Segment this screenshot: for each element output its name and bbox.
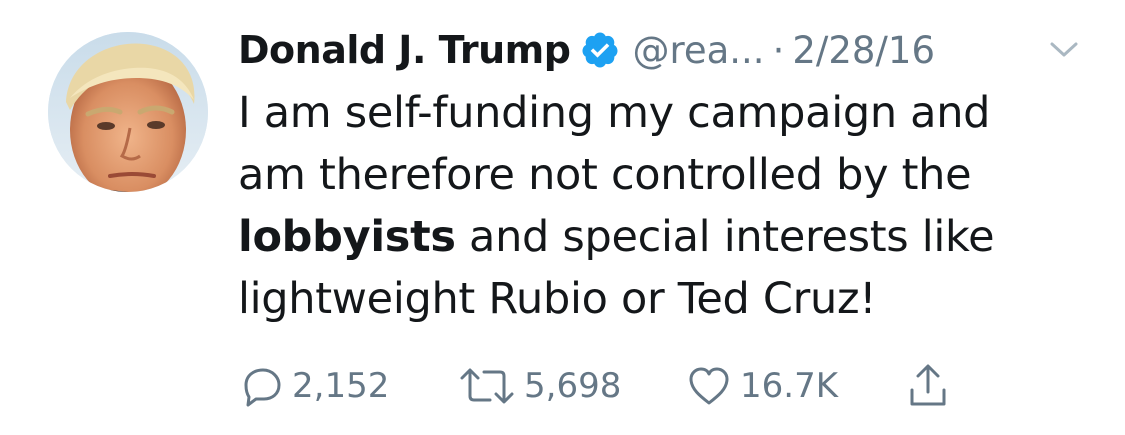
reply-count: 2,152 xyxy=(292,366,390,406)
tweet-text: I am self-funding my campaign and am the… xyxy=(238,82,1098,330)
retweet-button[interactable]: 5,698 xyxy=(458,360,621,412)
verified-badge-icon xyxy=(580,30,620,70)
profile-photo xyxy=(48,32,208,192)
tweet-header: Donald J. Trump @rea... · 2/28/16 xyxy=(238,22,935,78)
tweet-text-line: lightweight Rubio or Ted Cruz! xyxy=(238,274,877,324)
retweet-count: 5,698 xyxy=(524,366,622,406)
display-name[interactable]: Donald J. Trump xyxy=(238,28,571,72)
tweet-text-line: I am self-funding my campaign and xyxy=(238,88,991,138)
share-button[interactable] xyxy=(906,360,950,412)
bold-keyword: lobbyists xyxy=(238,212,456,262)
like-count: 16.7K xyxy=(740,366,838,406)
share-icon xyxy=(910,364,946,406)
chevron-down-icon[interactable] xyxy=(1046,36,1082,62)
retweet-icon xyxy=(460,368,514,404)
reply-icon xyxy=(244,368,281,407)
separator-dot: · xyxy=(772,28,785,72)
tweet-text-line: am therefore not controlled by the xyxy=(238,150,972,200)
heart-icon xyxy=(689,367,729,405)
tweet-text-fragment: and special interests like xyxy=(455,212,995,262)
like-button[interactable]: 16.7K xyxy=(686,360,838,412)
tweet-text-line: lobbyists and special interests like xyxy=(238,206,1098,268)
tweet-date[interactable]: 2/28/16 xyxy=(792,29,935,72)
avatar[interactable] xyxy=(48,32,208,192)
tweet-card[interactable]: Donald J. Trump @rea... · 2/28/16 I am s… xyxy=(0,0,1125,435)
reply-button[interactable]: 2,152 xyxy=(240,360,389,412)
action-bar: 2,152 5,698 16.7K xyxy=(240,360,1000,412)
user-handle[interactable]: @rea... xyxy=(632,29,764,72)
